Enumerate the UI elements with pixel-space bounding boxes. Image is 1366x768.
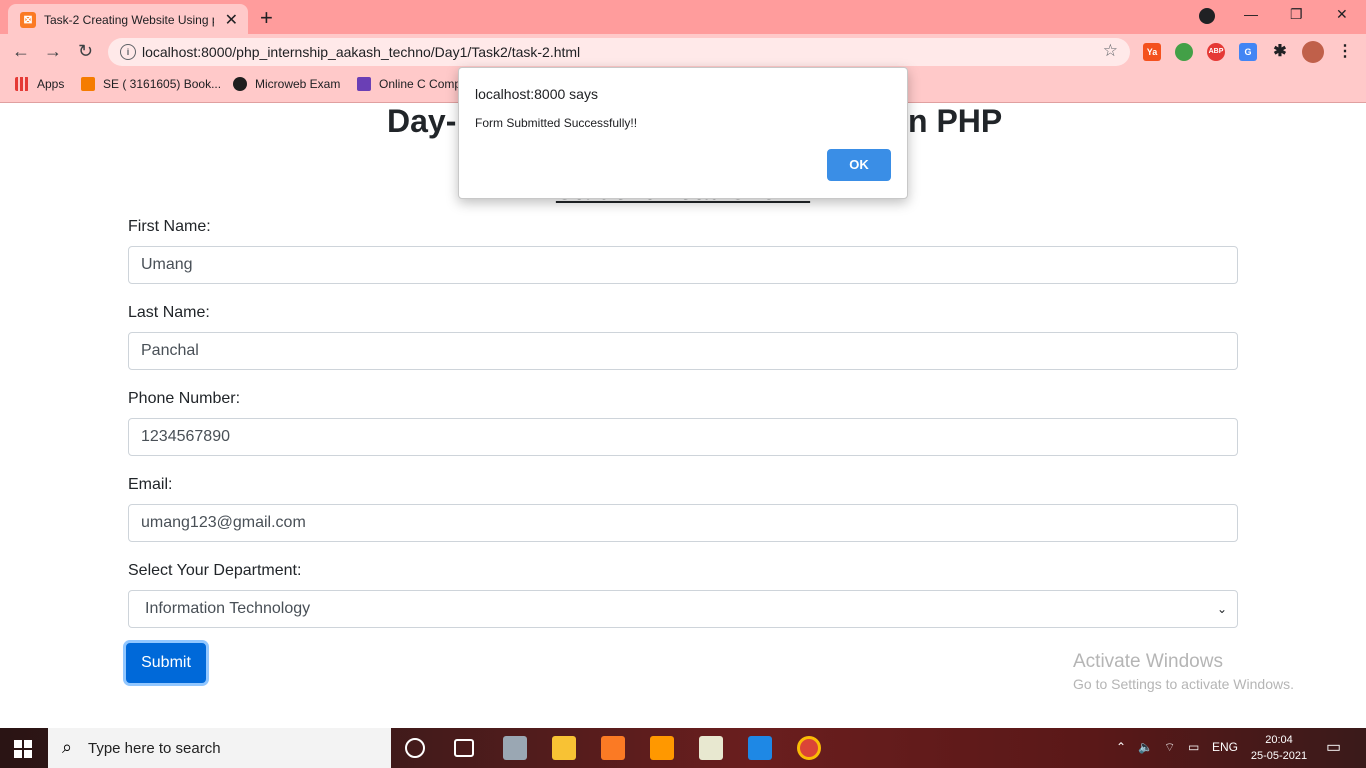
first-name-input[interactable]: Umang [128,246,1238,284]
vscode-icon[interactable] [748,736,772,760]
bookmark-star-icon[interactable]: ☆ [1103,41,1118,61]
forward-icon[interactable]: → [44,41,62,62]
volume-icon[interactable]: 🔈 [1138,740,1153,754]
site-info-icon[interactable]: i [120,44,136,60]
search-placeholder: Type here to search [88,740,221,757]
cortana-icon[interactable] [405,738,425,758]
tab-title: Task-2 Creating Website Using php [44,13,214,27]
chrome-menu-icon[interactable]: ⋮ [1336,43,1354,61]
notifications-icon[interactable]: ▭ [1326,737,1341,757]
language-indicator[interactable]: ENG [1212,740,1238,754]
chart-app-icon[interactable] [699,736,723,760]
lightning-icon [357,77,371,91]
green-extension-icon[interactable] [1175,43,1193,61]
chrome-icon[interactable] [797,736,821,760]
xampp-icon[interactable] [601,736,625,760]
department-label: Select Your Department: [128,562,302,579]
activate-windows-title: Activate Windows [1073,651,1223,672]
battery-icon[interactable]: ▭ [1188,740,1199,754]
bookmark-apps[interactable]: Apps [15,77,64,91]
clock[interactable]: 20:04 25-05-2021 [1250,732,1308,764]
dialog-message: Form Submitted Successfully!! [475,116,638,130]
bookmark-se-book[interactable]: SE ( 3161605) Book... [81,77,221,91]
department-value: Information Technology [145,600,311,617]
tab-close-icon[interactable]: ✕ [225,10,238,30]
restore-icon[interactable]: ❐ [1290,6,1303,23]
chevron-down-icon: ⌄ [1216,602,1227,616]
bookmark-label: Online C Comp [379,77,462,91]
profile-menu-icon[interactable] [1199,8,1215,24]
blogger-icon [81,77,95,91]
first-name-label: First Name: [128,218,211,235]
new-tab-button[interactable]: + [260,5,273,31]
email-label: Email: [128,476,173,493]
page-title-tail: n PHP [908,103,1003,139]
department-select[interactable]: Information Technology ⌄ [128,590,1238,628]
reload-icon[interactable]: ↻ [78,41,93,62]
profile-avatar[interactable] [1302,41,1324,63]
clock-time: 20:04 [1265,734,1293,746]
ya-extension-icon[interactable]: Ya [1143,43,1161,61]
taskbar-search[interactable]: ⌕ Type here to search [48,728,391,768]
extensions-puzzle-icon[interactable]: ✱ [1271,43,1289,61]
last-name-input[interactable]: Panchal [128,332,1238,370]
search-icon: ⌕ [62,737,73,757]
xampp-favicon-icon: ⊠ [20,12,36,28]
alert-dialog: localhost:8000 says Form Submitted Succe… [458,67,908,199]
sublime-icon[interactable] [650,736,674,760]
bookmark-microweb-exam[interactable]: Microweb Exam [233,77,340,91]
tray-arrow-icon[interactable]: ⌃ [1116,740,1126,754]
bookmark-label: Apps [37,77,65,91]
task-view-icon[interactable] [454,739,474,757]
window-close-icon[interactable]: ✕ [1336,6,1348,23]
last-name-label: Last Name: [128,304,210,321]
activate-windows-subtitle: Go to Settings to activate Windows. [1073,676,1294,692]
back-icon[interactable]: ← [12,41,30,62]
phone-input[interactable]: 1234567890 [128,418,1238,456]
translate-extension-icon[interactable]: G [1239,43,1257,61]
pc-app-icon[interactable] [503,736,527,760]
address-bar[interactable]: i localhost:8000/php_internship_aakash_t… [108,38,1130,66]
submit-button[interactable]: Submit [126,643,206,683]
clock-date: 25-05-2021 [1250,750,1308,762]
phone-label: Phone Number: [128,390,241,407]
ok-button[interactable]: OK [827,149,891,181]
tab-strip: ⊠ Task-2 Creating Website Using php ✕ + … [0,0,1366,34]
apps-grid-icon [15,77,29,91]
url-text[interactable]: localhost:8000/php_internship_aakash_tec… [142,44,580,60]
minimize-icon[interactable]: — [1244,6,1258,22]
angular-icon [233,77,247,91]
taskbar: ⌕ Type here to search ⌃ 🔈 ⌔ ▭ ENG 20:04 … [0,728,1366,768]
wifi-icon[interactable]: ⌔ [1164,740,1175,755]
email-input[interactable]: umang123@gmail.com [128,504,1238,542]
bookmark-label: SE ( 3161605) Book... [103,77,222,91]
bookmark-online-c[interactable]: Online C Comp [357,77,461,91]
windows-start-icon[interactable] [14,740,32,758]
dialog-title: localhost:8000 says [475,86,598,102]
bookmark-label: Microweb Exam [255,77,341,91]
file-explorer-icon[interactable] [552,736,576,760]
browser-tab[interactable]: ⊠ Task-2 Creating Website Using php ✕ [8,4,248,34]
adblock-extension-icon[interactable]: ABP [1207,43,1225,61]
browser-toolbar: ← → ↻ i localhost:8000/php_internship_aa… [0,34,1366,70]
